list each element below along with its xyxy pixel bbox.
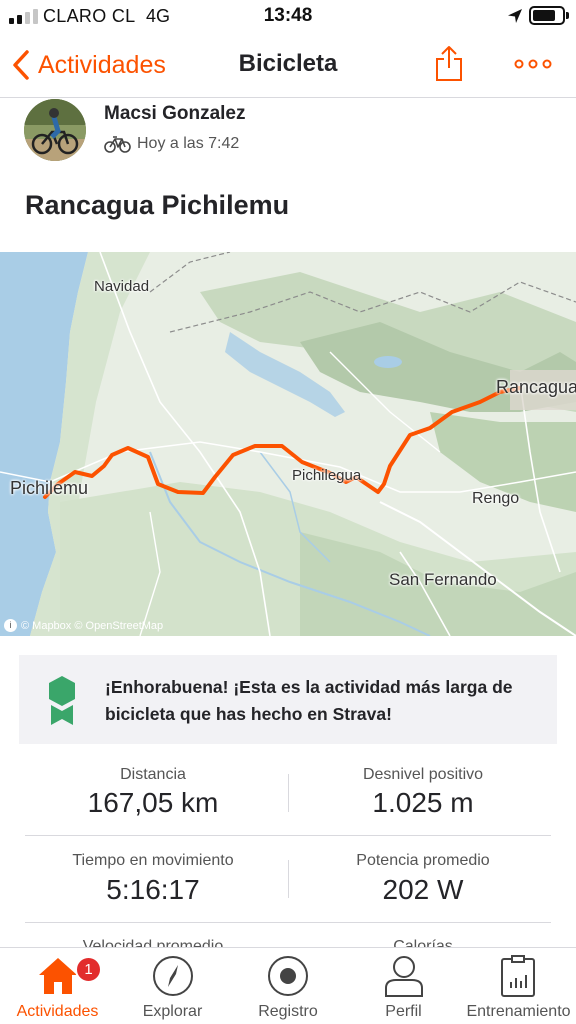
navigation-header: Actividades Bicicleta [0,34,576,98]
map-label-pichilemu: Pichilemu [10,478,89,498]
activity-time: Hoy a las 7:42 [137,135,240,152]
map-label-town: Pichilegua [292,467,362,484]
status-bar: CLARO CL 4G 13:48 [0,0,576,34]
battery-tip [566,12,569,19]
activity-title: Rancagua Pichilemu [25,190,290,220]
location-arrow-icon [508,9,522,23]
more-options-icon[interactable] [513,54,553,74]
profile-icon [385,956,423,997]
tab-training-label: Entrenamiento [466,1003,571,1020]
tab-activities-label: Actividades [16,1003,99,1020]
compass-icon [153,956,193,996]
stat-distance-value: 167,05 km [87,787,219,818]
map-label-navidad: Navidad [94,278,150,295]
tab-profile-label: Perfil [385,1003,422,1020]
avatar-photo [24,99,86,161]
activity-meta: Hoy a las 7:42 [104,134,239,154]
tab-profile[interactable]: Perfil [346,948,461,1024]
tab-explore-label: Explorar [142,1003,203,1020]
route-map[interactable]: Navidad Rancagua Pichilemu Pichilegua Re… [0,252,576,636]
achievement-banner: ¡Enhorabuena! ¡Esta es la actividad más … [19,655,557,744]
stat-power-value: 202 W [382,874,464,905]
stat-moving-time-value: 5:16:17 [106,874,200,905]
tab-explore[interactable]: Explorar [115,948,230,1024]
home-icon [39,958,77,994]
athlete-avatar[interactable] [24,99,86,161]
chevron-left-icon [13,50,29,80]
lake-area [374,356,402,368]
back-button-label: Actividades [38,50,166,79]
tab-activities[interactable]: 1 Actividades [0,948,115,1024]
tab-bar: 1 Actividades Explorar Registro Perfil E… [0,947,576,1024]
back-button[interactable]: Actividades [10,48,166,82]
stat-moving-time-label: Tiempo en movimiento [72,852,234,869]
stat-row-divider [25,835,551,836]
stat-row-divider [25,922,551,923]
map-label-san-fernando: San Fernando [389,570,497,589]
achievement-text: ¡Enhorabuena! ¡Esta es la actividad más … [105,677,513,724]
stat-elevation-value: 1.025 m [372,787,474,818]
notification-badge: 1 [75,956,102,983]
training-icon [501,955,535,997]
info-icon: i [4,619,17,632]
map-label-rancagua: Rancagua [496,377,576,397]
tab-record[interactable]: Registro [230,948,346,1024]
battery-level [533,10,556,21]
tab-record-label: Registro [258,1003,318,1020]
share-icon[interactable] [434,44,464,82]
achievement-badge-icon [49,676,75,725]
stat-divider [288,774,289,812]
status-clock: 13:48 [263,5,313,26]
map-attribution[interactable]: i © Mapbox © OpenStreetMap [4,619,163,632]
stat-elevation-label: Desnivel positivo [362,766,484,783]
stat-power-label: Potencia promedio [356,852,490,869]
stat-divider [288,860,289,898]
map-label-rengo: Rengo [472,490,520,507]
athlete-name[interactable]: Macsi Gonzalez [104,103,246,125]
tab-training[interactable]: Entrenamiento [461,948,576,1024]
battery-icon [529,6,565,25]
map-attribution-text: © Mapbox © OpenStreetMap [21,619,164,632]
stat-distance-label: Distancia [120,766,186,783]
record-icon [268,956,308,996]
bicycle-icon [104,136,131,153]
